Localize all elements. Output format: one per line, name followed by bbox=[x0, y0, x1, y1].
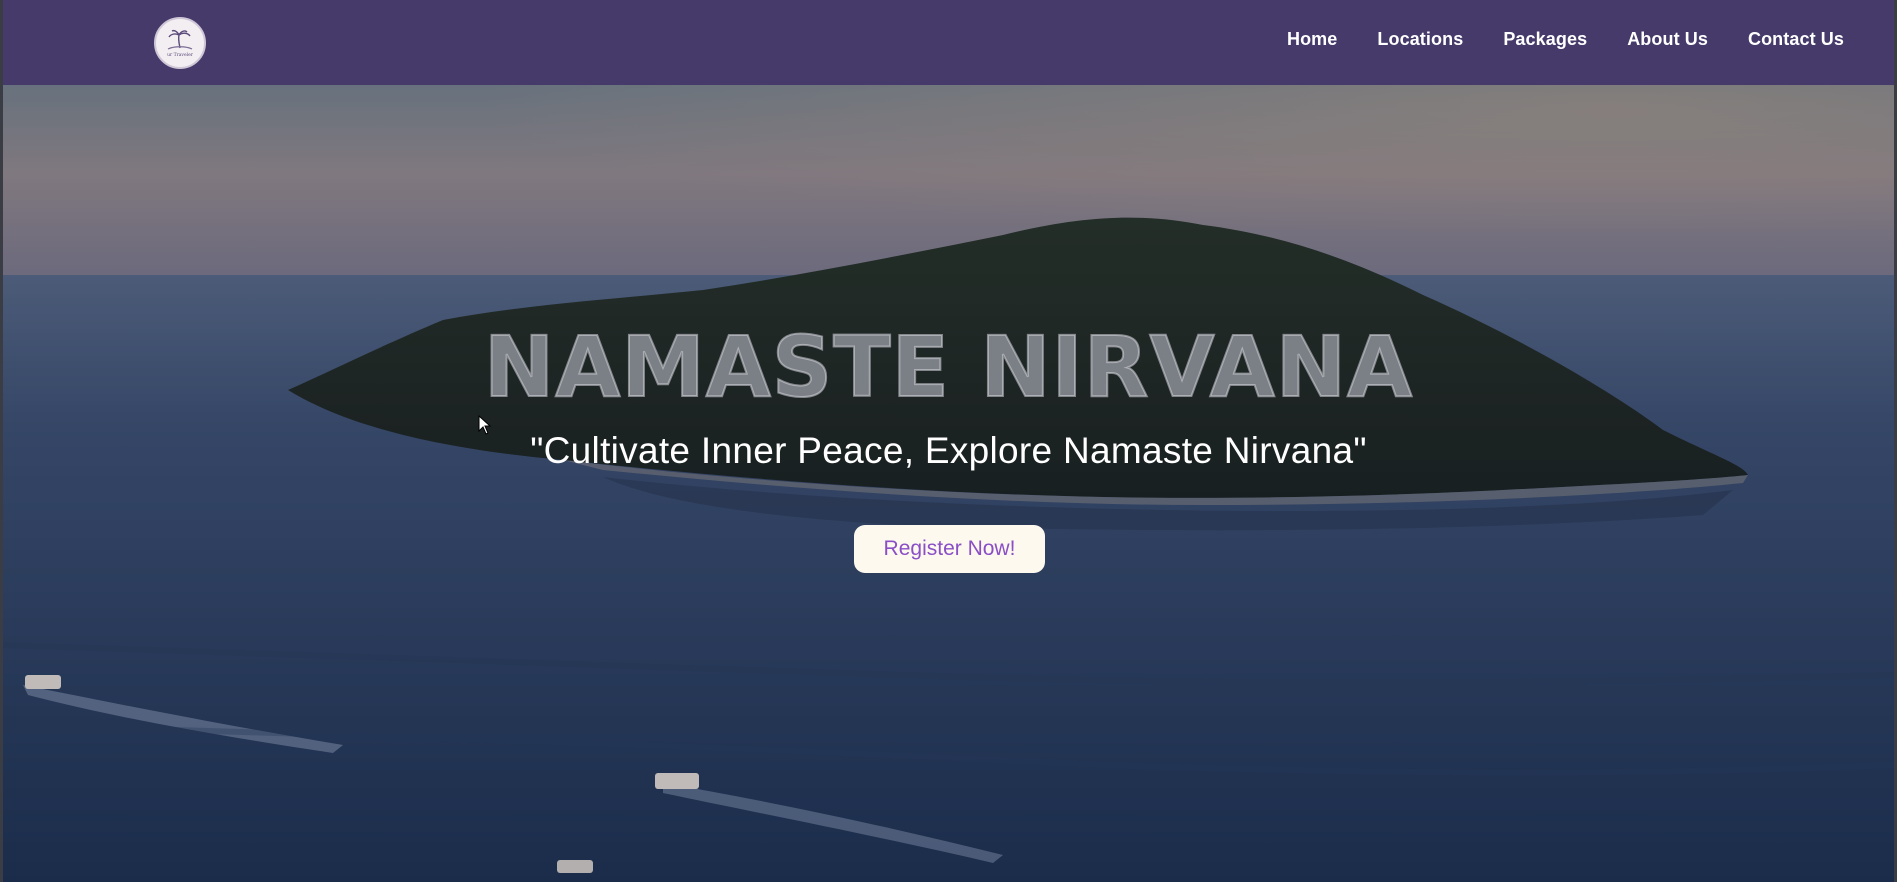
navbar: ur Traveler Home Locations Packages Abou… bbox=[3, 0, 1894, 85]
main-nav: Home Locations Packages About Us Contact… bbox=[1247, 29, 1844, 50]
site-logo[interactable]: ur Traveler bbox=[154, 17, 206, 69]
browser-frame: NAMASTE NIRVANA "Cultivate Inner Peace, … bbox=[0, 0, 1897, 882]
hero-title: NAMASTE NIRVANA bbox=[483, 317, 1414, 417]
hero-section: NAMASTE NIRVANA "Cultivate Inner Peace, … bbox=[3, 85, 1894, 882]
register-now-button[interactable]: Register Now! bbox=[854, 525, 1045, 573]
mouse-cursor-icon bbox=[478, 415, 492, 435]
nav-link-packages[interactable]: Packages bbox=[1503, 29, 1587, 50]
hero-tagline: "Cultivate Inner Peace, Explore Namaste … bbox=[530, 430, 1367, 471]
nav-link-locations[interactable]: Locations bbox=[1377, 29, 1463, 50]
nav-link-home[interactable]: Home bbox=[1287, 29, 1337, 50]
page: NAMASTE NIRVANA "Cultivate Inner Peace, … bbox=[3, 0, 1894, 882]
svg-text:ur Traveler: ur Traveler bbox=[167, 52, 194, 58]
hero-background-image bbox=[3, 85, 1894, 882]
nav-link-contact-us[interactable]: Contact Us bbox=[1748, 29, 1844, 50]
nav-link-about-us[interactable]: About Us bbox=[1627, 29, 1708, 50]
palm-tree-logo-icon: ur Traveler bbox=[167, 29, 194, 58]
